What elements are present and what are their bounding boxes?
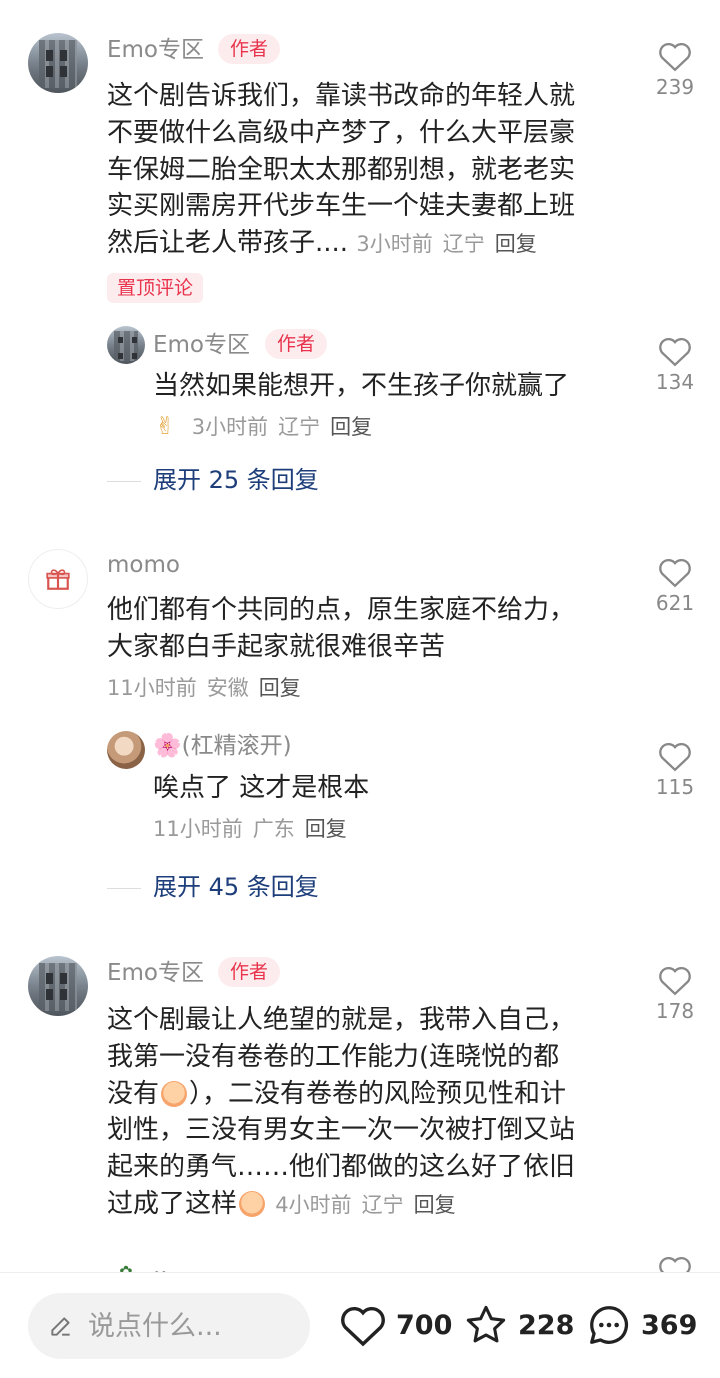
expand-replies-button[interactable]: 展开 45 条回复 bbox=[153, 871, 319, 903]
like-post-button[interactable]: 700 bbox=[338, 1299, 452, 1351]
reply-button[interactable]: 回复 bbox=[414, 1193, 456, 1217]
like-button[interactable]: 115 bbox=[645, 740, 705, 800]
reply-meta: 11小时前 广东 回复 bbox=[153, 814, 357, 844]
expand-replies-button[interactable]: 展开 25 条回复 bbox=[153, 464, 319, 496]
favorite-button[interactable]: 228 bbox=[462, 1299, 574, 1351]
like-count: 134 bbox=[655, 370, 695, 394]
comment-location: 辽宁 bbox=[361, 1192, 404, 1217]
heart-icon bbox=[341, 1307, 385, 1347]
comment-count: 369 bbox=[641, 1309, 698, 1341]
heart-icon bbox=[659, 966, 691, 996]
comment-line: 这个剧最让人绝望的就是，我带入自己， bbox=[107, 1005, 576, 1035]
pinned-comment-tag: 置顶评论 bbox=[107, 273, 204, 303]
comment-time: 4小时前 bbox=[275, 1192, 352, 1217]
favorite-count: 228 bbox=[518, 1309, 575, 1341]
comment-meta: 11小时前 安徽 回复 bbox=[107, 673, 311, 703]
reply-username[interactable]: 🌸(杠精滚开) bbox=[153, 731, 292, 761]
comment-line: 划性，三没有男女主一次一次被打倒又站 bbox=[107, 1115, 576, 1146]
like-count: 178 bbox=[655, 999, 695, 1023]
comment-time: 3小时前 bbox=[191, 415, 269, 439]
pencil-icon bbox=[51, 1317, 70, 1336]
avatar[interactable] bbox=[107, 326, 145, 364]
reply-text: 唉点了 这才是根本 bbox=[153, 773, 370, 803]
comment-line: 这个剧告诉我们，靠读书改命的年轻人就 bbox=[107, 81, 576, 111]
comment-meta: 4小时前 辽宁 回复 bbox=[275, 1193, 465, 1217]
reply-meta: ✌ 3小时前 辽宁 回复 bbox=[155, 411, 382, 442]
comment-time: 3小时前 bbox=[356, 232, 433, 257]
comment-line: 车保姆二胎全职太太那都别想，就老老实 bbox=[107, 154, 576, 185]
reply-text: 当然如果能想开，不生孩子你就赢了 bbox=[153, 371, 570, 401]
avatar[interactable] bbox=[28, 549, 88, 609]
author-tag: 作者 bbox=[265, 329, 328, 359]
like-count: 115 bbox=[655, 775, 695, 799]
victory-hand-icon: ✌ bbox=[155, 412, 176, 440]
reply-username[interactable]: Emo专区 bbox=[153, 330, 250, 360]
comment-input-box[interactable] bbox=[28, 1293, 310, 1359]
like-count: 621 bbox=[655, 591, 695, 615]
comment-username[interactable]: Emo专区 bbox=[107, 958, 204, 988]
avatar[interactable] bbox=[28, 956, 88, 1016]
comment-text: 这个剧最让人绝望的就是，我带入自己， 我第一没有卷卷的工作能力(连晓悦的都 没有… bbox=[107, 1002, 647, 1224]
comment-location: 广东 bbox=[252, 817, 295, 841]
comment-line: 起来的勇气……他们都做的这么好了依旧 bbox=[107, 1152, 576, 1183]
heart-icon bbox=[659, 337, 691, 367]
author-tag: 作者 bbox=[218, 957, 281, 987]
like-button[interactable]: 239 bbox=[645, 40, 705, 100]
cry-emoji-icon bbox=[161, 1080, 188, 1107]
reply-button[interactable]: 回复 bbox=[495, 232, 537, 256]
comment-line: 他们都有个共同的点，原生家庭不给力， bbox=[107, 595, 576, 625]
comment-line: 我第一没有卷卷的工作能力(连晓悦的都 bbox=[107, 1041, 560, 1072]
heart-icon bbox=[659, 42, 691, 72]
bottom-action-bar: 700 228 369 bbox=[0, 1272, 720, 1378]
comments-button[interactable]: 369 bbox=[585, 1299, 697, 1351]
comment-location: 辽宁 bbox=[442, 232, 485, 257]
comment-time: 11小时前 bbox=[153, 817, 243, 841]
author-tag: 作者 bbox=[218, 34, 281, 64]
like-button[interactable]: 621 bbox=[645, 556, 705, 616]
comment-line: 实买刚需房开代步车生一个娃夫妻都上班 bbox=[107, 191, 576, 222]
reply-button[interactable]: 回复 bbox=[259, 676, 301, 700]
comment-bubble-icon bbox=[590, 1306, 629, 1344]
like-count: 239 bbox=[655, 75, 695, 99]
like-button[interactable]: 178 bbox=[645, 964, 705, 1024]
divider bbox=[107, 888, 141, 889]
comment-location: 安徽 bbox=[206, 676, 249, 700]
comment-input[interactable] bbox=[86, 1309, 300, 1343]
comment-line: 不要做什么高级中产梦了，什么大平层豪 bbox=[107, 117, 576, 148]
cry-emoji-icon bbox=[239, 1190, 266, 1217]
comment-line: 过成了这样 bbox=[107, 1188, 238, 1219]
comment-text: 这个剧告诉我们，靠读书改命的年轻人就 不要做什么高级中产梦了，什么大平层豪 车保… bbox=[107, 78, 637, 263]
gift-icon bbox=[46, 569, 70, 590]
like-button[interactable]: 134 bbox=[645, 335, 705, 395]
reply-button[interactable]: 回复 bbox=[330, 415, 372, 439]
comment-time: 11小时前 bbox=[107, 676, 197, 700]
comment-username[interactable]: momo bbox=[107, 550, 180, 580]
divider bbox=[107, 481, 141, 482]
comment-meta: 3小时前 辽宁 回复 bbox=[356, 232, 546, 256]
avatar[interactable] bbox=[107, 731, 145, 769]
comment-text: 他们都有个共同的点，原生家庭不给力， 大家都白手起家就很难很辛苦 bbox=[107, 592, 637, 666]
post-like-count: 700 bbox=[396, 1309, 453, 1341]
comment-line: 没有 bbox=[107, 1078, 160, 1109]
star-icon bbox=[466, 1305, 506, 1343]
heart-icon bbox=[659, 558, 691, 588]
comment-line: 大家都白手起家就很难很辛苦 bbox=[107, 631, 446, 662]
avatar[interactable] bbox=[28, 33, 88, 93]
comment-username[interactable]: Emo专区 bbox=[107, 35, 204, 65]
comment-line: 然后让老人带孩子.... bbox=[107, 228, 349, 259]
comment-location: 辽宁 bbox=[278, 415, 321, 439]
reply-button[interactable]: 回复 bbox=[305, 817, 347, 841]
heart-icon bbox=[659, 742, 691, 772]
comment-line: ），二没有卷卷的风险预见性和计 bbox=[189, 1078, 567, 1109]
